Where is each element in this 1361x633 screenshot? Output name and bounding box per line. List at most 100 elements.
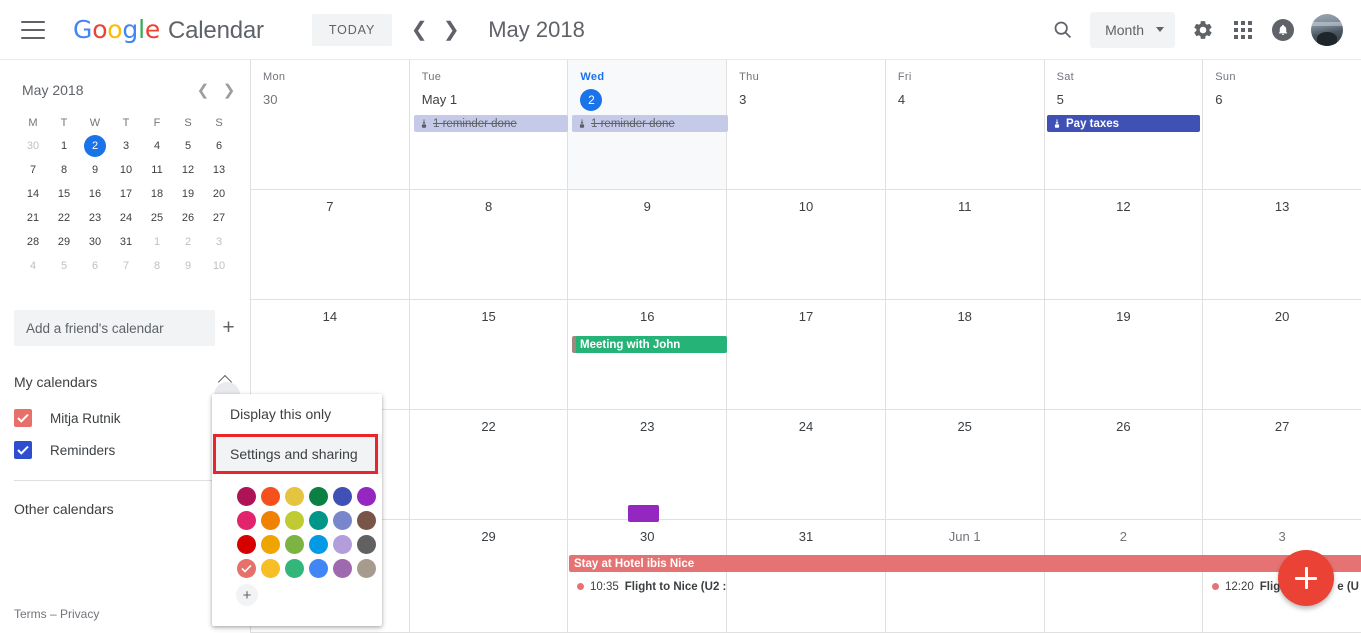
color-swatch[interactable]: [282, 556, 306, 580]
day-number[interactable]: 10: [727, 196, 885, 218]
mini-calendar-day[interactable]: 5: [49, 254, 80, 278]
day-number[interactable]: 13: [1203, 196, 1361, 218]
day-cell[interactable]: 17: [727, 300, 886, 409]
day-number[interactable]: 9: [568, 196, 726, 218]
mini-calendar-prev-icon[interactable]: ❮: [190, 77, 216, 103]
day-number[interactable]: 2: [1045, 526, 1203, 548]
mini-calendar-day[interactable]: 10: [111, 158, 142, 182]
color-swatch[interactable]: [354, 484, 378, 508]
brand-logo[interactable]: Google Calendar: [73, 15, 264, 45]
day-number[interactable]: 16: [568, 306, 726, 328]
add-friend-calendar-input[interactable]: [14, 310, 215, 346]
mini-calendar-day[interactable]: 30: [18, 134, 49, 158]
day-number[interactable]: 20: [1203, 306, 1361, 328]
color-swatch[interactable]: [306, 556, 330, 580]
mini-calendar-day[interactable]: 15: [49, 182, 80, 206]
color-swatch[interactable]: [234, 508, 258, 532]
day-cell[interactable]: 13: [1203, 190, 1361, 299]
day-cell[interactable]: 26: [1045, 410, 1204, 519]
day-cell[interactable]: 29: [410, 520, 569, 632]
color-swatch[interactable]: [258, 508, 282, 532]
mini-calendar-day[interactable]: 29: [49, 230, 80, 254]
chevron-left-icon[interactable]: ❮: [406, 17, 432, 43]
mini-calendar-day[interactable]: 3: [111, 134, 142, 158]
event-stay-at-hotel-ibis-nice[interactable]: Stay at Hotel ibis Nice: [569, 555, 1361, 572]
day-number[interactable]: 30: [251, 89, 409, 111]
day-number[interactable]: 14: [251, 306, 409, 328]
day-cell[interactable]: 14: [251, 300, 410, 409]
event-meeting-with-john[interactable]: Meeting with John: [572, 336, 727, 353]
day-number[interactable]: 17: [727, 306, 885, 328]
mini-calendar-day[interactable]: 16: [80, 182, 111, 206]
menu-item-settings-and-sharing[interactable]: Settings and sharing: [212, 434, 382, 474]
event-reminder-done-tue[interactable]: 1 reminder done: [414, 115, 568, 132]
day-cell[interactable]: Jun 1: [886, 520, 1045, 632]
mini-calendar-day[interactable]: 19: [173, 182, 204, 206]
day-number[interactable]: 18: [886, 306, 1044, 328]
mini-calendar-day[interactable]: 23: [80, 206, 111, 230]
day-number[interactable]: 30: [568, 526, 726, 548]
event-reminder-done-wed[interactable]: 1 reminder done: [572, 115, 728, 132]
day-cell[interactable]: 19: [1045, 300, 1204, 409]
terms-privacy-link[interactable]: Terms – Privacy: [14, 607, 99, 621]
main-menu-icon[interactable]: [21, 20, 45, 39]
color-swatch[interactable]: [282, 532, 306, 556]
chevron-right-icon[interactable]: ❯: [438, 17, 464, 43]
day-number[interactable]: 4: [886, 89, 1044, 111]
day-cell[interactable]: 27: [1203, 410, 1361, 519]
day-number[interactable]: 24: [727, 416, 885, 438]
day-cell[interactable]: 20: [1203, 300, 1361, 409]
mini-calendar-day[interactable]: 4: [142, 134, 173, 158]
day-number[interactable]: 15: [410, 306, 568, 328]
day-number[interactable]: 23: [568, 416, 726, 438]
day-cell[interactable]: 18: [886, 300, 1045, 409]
day-number[interactable]: May 1: [410, 89, 568, 111]
apps-grid-icon[interactable]: [1223, 10, 1263, 50]
day-number[interactable]: 26: [1045, 416, 1203, 438]
day-number[interactable]: Jun 1: [886, 526, 1044, 548]
mini-calendar-day[interactable]: 1: [142, 230, 173, 254]
today-button[interactable]: TODAY: [311, 13, 393, 46]
color-swatch[interactable]: [234, 556, 258, 580]
color-swatch[interactable]: [306, 532, 330, 556]
mini-calendar-day[interactable]: 6: [80, 254, 111, 278]
color-swatch[interactable]: [258, 556, 282, 580]
mini-calendar-day[interactable]: 12: [173, 158, 204, 182]
color-swatch[interactable]: [330, 484, 354, 508]
calendar-checkbox[interactable]: [14, 409, 32, 427]
mini-calendar-day[interactable]: 11: [142, 158, 173, 182]
day-number[interactable]: 6: [1203, 89, 1361, 111]
color-swatch[interactable]: [330, 508, 354, 532]
color-swatch[interactable]: [306, 508, 330, 532]
day-number[interactable]: 7: [251, 196, 409, 218]
add-custom-color-icon[interactable]: +: [236, 584, 258, 606]
mini-calendar-day[interactable]: 25: [142, 206, 173, 230]
day-number[interactable]: 31: [727, 526, 885, 548]
day-number[interactable]: 22: [410, 416, 568, 438]
event-pay-taxes[interactable]: Pay taxes: [1047, 115, 1200, 132]
mini-calendar-day[interactable]: 7: [18, 158, 49, 182]
mini-calendar-day[interactable]: 30: [80, 230, 111, 254]
mini-calendar-day[interactable]: 31: [111, 230, 142, 254]
day-cell[interactable]: 12: [1045, 190, 1204, 299]
plus-icon[interactable]: +: [221, 315, 236, 341]
mini-calendar-day[interactable]: 2: [173, 230, 204, 254]
day-number[interactable]: 8: [410, 196, 568, 218]
mini-calendar-day[interactable]: 7: [111, 254, 142, 278]
mini-calendar-day[interactable]: 6: [204, 134, 235, 158]
mini-calendar-day[interactable]: 9: [80, 158, 111, 182]
day-cell[interactable]: Mon 30: [251, 60, 410, 189]
color-swatch[interactable]: [354, 532, 378, 556]
mini-calendar-day[interactable]: 22: [49, 206, 80, 230]
day-cell[interactable]: Sun 6: [1203, 60, 1361, 189]
color-swatch[interactable]: [330, 556, 354, 580]
avatar[interactable]: [1311, 13, 1343, 46]
color-swatch[interactable]: [282, 484, 306, 508]
day-number[interactable]: 12: [1045, 196, 1203, 218]
bell-icon[interactable]: [1263, 10, 1303, 50]
day-cell[interactable]: 10: [727, 190, 886, 299]
day-number[interactable]: 19: [1045, 306, 1203, 328]
day-number[interactable]: 29: [410, 526, 568, 548]
day-number[interactable]: 5: [1045, 89, 1203, 111]
gear-icon[interactable]: [1183, 10, 1223, 50]
